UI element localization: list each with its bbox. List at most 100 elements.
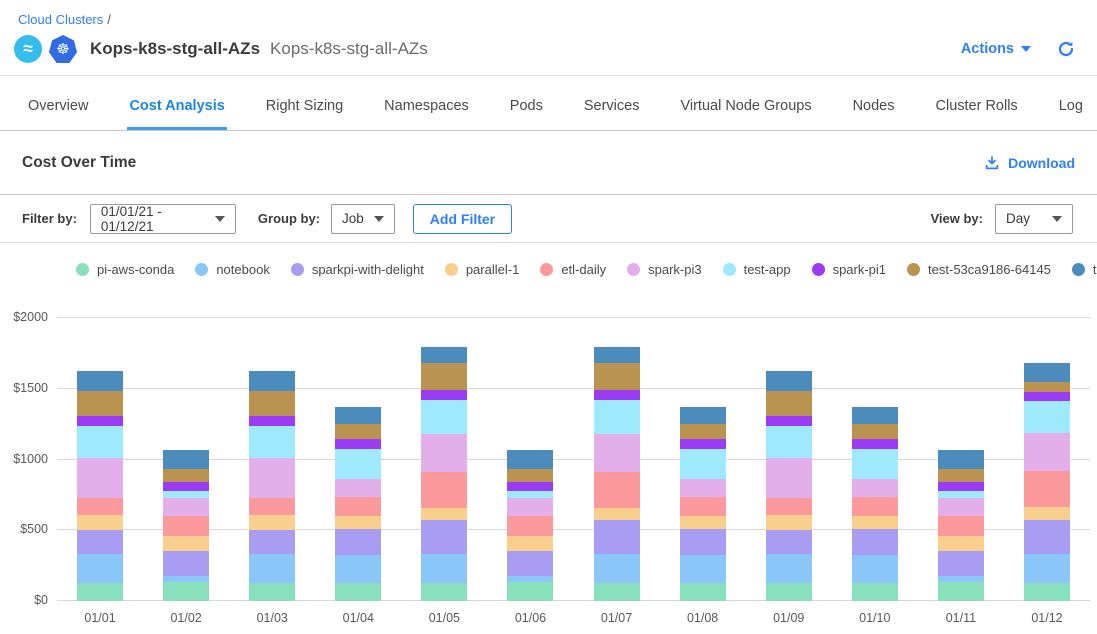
bar-segment-parallel-1[interactable] bbox=[1024, 507, 1070, 520]
bar-segment-notebook[interactable] bbox=[766, 554, 812, 582]
tab-overview[interactable]: Overview bbox=[26, 98, 90, 130]
bar-segment-spark-pi3[interactable] bbox=[163, 498, 209, 516]
bar-segment-spark-pi1[interactable] bbox=[77, 416, 123, 427]
legend-item-spark-pi3[interactable]: spark-pi3 bbox=[627, 262, 701, 277]
bar-segment-parallel-1[interactable] bbox=[507, 536, 553, 551]
bar-segment-parallel-1[interactable] bbox=[852, 516, 898, 529]
bar-segment-test-pkix[interactable] bbox=[335, 407, 381, 425]
bar-segment-spark-pi1[interactable] bbox=[249, 416, 295, 427]
bar-segment-parallel-1[interactable] bbox=[766, 515, 812, 529]
bar-segment-sparkpi-with-delight[interactable] bbox=[507, 551, 553, 576]
bar-segment-notebook[interactable] bbox=[680, 555, 726, 583]
bar-segment-sparkpi-with-delight[interactable] bbox=[594, 520, 640, 554]
bar-segment-notebook[interactable] bbox=[1024, 554, 1070, 583]
bar-segment-test-53ca9186-64145[interactable] bbox=[77, 391, 123, 416]
bar-segment-pi-aws-conda[interactable] bbox=[163, 582, 209, 601]
bar-segment-sparkpi-with-delight[interactable] bbox=[680, 529, 726, 555]
download-button[interactable]: Download bbox=[984, 155, 1075, 171]
bar-segment-etl-daily[interactable] bbox=[766, 498, 812, 516]
group-by-select[interactable]: Job bbox=[331, 204, 395, 234]
bar-segment-parallel-1[interactable] bbox=[249, 515, 295, 529]
bar-segment-spark-pi3[interactable] bbox=[680, 479, 726, 497]
tab-services[interactable]: Services bbox=[582, 98, 642, 130]
bar-segment-pi-aws-conda[interactable] bbox=[938, 582, 984, 601]
bar-segment-sparkpi-with-delight[interactable] bbox=[249, 530, 295, 555]
add-filter-button[interactable]: Add Filter bbox=[413, 204, 512, 234]
legend-item-etl-daily[interactable]: etl-daily bbox=[540, 262, 606, 277]
legend-item-test-pkix[interactable]: test-pkix bbox=[1072, 262, 1097, 277]
legend-item-sparkpi-with-delight[interactable]: sparkpi-with-delight bbox=[291, 262, 424, 277]
bar-segment-test-pkix[interactable] bbox=[163, 450, 209, 468]
bar-segment-spark-pi1[interactable] bbox=[852, 439, 898, 449]
date-range-select[interactable]: 01/01/21 - 01/12/21 bbox=[90, 204, 236, 234]
bar-segment-test-app[interactable] bbox=[163, 491, 209, 498]
view-by-select[interactable]: Day bbox=[995, 204, 1073, 234]
bar-segment-sparkpi-with-delight[interactable] bbox=[1024, 520, 1070, 553]
bar-segment-spark-pi3[interactable] bbox=[335, 479, 381, 497]
bar-segment-sparkpi-with-delight[interactable] bbox=[421, 520, 467, 554]
bar-segment-etl-daily[interactable] bbox=[249, 498, 295, 516]
bar-segment-test-53ca9186-64145[interactable] bbox=[421, 363, 467, 391]
bar-segment-test-53ca9186-64145[interactable] bbox=[852, 424, 898, 439]
bar-segment-pi-aws-conda[interactable] bbox=[335, 583, 381, 601]
bar-segment-etl-daily[interactable] bbox=[1024, 471, 1070, 507]
bar-segment-pi-aws-conda[interactable] bbox=[1024, 583, 1070, 601]
bar-segment-test-app[interactable] bbox=[852, 449, 898, 479]
tab-nodes[interactable]: Nodes bbox=[851, 98, 897, 130]
bar-segment-sparkpi-with-delight[interactable] bbox=[766, 530, 812, 555]
legend-item-test-app[interactable]: test-app bbox=[723, 262, 791, 277]
bar-segment-test-pkix[interactable] bbox=[938, 450, 984, 468]
bar-segment-pi-aws-conda[interactable] bbox=[852, 583, 898, 601]
legend-item-notebook[interactable]: notebook bbox=[195, 262, 270, 277]
bar-segment-parallel-1[interactable] bbox=[77, 515, 123, 529]
bar-segment-notebook[interactable] bbox=[77, 554, 123, 582]
bar-segment-notebook[interactable] bbox=[594, 554, 640, 582]
bar-segment-etl-daily[interactable] bbox=[77, 498, 123, 516]
bar-segment-notebook[interactable] bbox=[249, 554, 295, 582]
bar-segment-sparkpi-with-delight[interactable] bbox=[335, 529, 381, 555]
tab-cost-analysis[interactable]: Cost Analysis bbox=[127, 98, 226, 130]
bar-segment-etl-daily[interactable] bbox=[594, 472, 640, 508]
bar-segment-test-app[interactable] bbox=[1024, 401, 1070, 433]
bar-segment-spark-pi3[interactable] bbox=[766, 458, 812, 498]
bar-segment-spark-pi3[interactable] bbox=[77, 458, 123, 498]
bar-segment-spark-pi1[interactable] bbox=[163, 482, 209, 491]
bar-segment-test-pkix[interactable] bbox=[852, 407, 898, 425]
bar-segment-parallel-1[interactable] bbox=[163, 536, 209, 551]
bar-segment-test-53ca9186-64145[interactable] bbox=[766, 391, 812, 416]
bar-segment-spark-pi1[interactable] bbox=[421, 390, 467, 400]
bar-segment-test-app[interactable] bbox=[680, 449, 726, 479]
bar-segment-test-53ca9186-64145[interactable] bbox=[680, 424, 726, 439]
bar-segment-spark-pi3[interactable] bbox=[938, 498, 984, 516]
bar-segment-test-pkix[interactable] bbox=[421, 347, 467, 363]
legend-item-spark-pi1[interactable]: spark-pi1 bbox=[812, 262, 886, 277]
breadcrumb-link[interactable]: Cloud Clusters bbox=[18, 12, 103, 27]
bar-segment-spark-pi3[interactable] bbox=[1024, 433, 1070, 471]
bar-segment-sparkpi-with-delight[interactable] bbox=[77, 530, 123, 555]
bar-segment-etl-daily[interactable] bbox=[938, 516, 984, 536]
bar-segment-test-app[interactable] bbox=[421, 400, 467, 434]
bar-segment-pi-aws-conda[interactable] bbox=[421, 583, 467, 601]
bar-segment-etl-daily[interactable] bbox=[680, 497, 726, 516]
tab-cluster-rolls[interactable]: Cluster Rolls bbox=[934, 98, 1020, 130]
bar-segment-test-app[interactable] bbox=[507, 491, 553, 498]
bar-segment-test-pkix[interactable] bbox=[766, 371, 812, 391]
bar-segment-test-app[interactable] bbox=[335, 449, 381, 479]
bar-segment-spark-pi3[interactable] bbox=[594, 434, 640, 471]
bar-segment-parallel-1[interactable] bbox=[938, 536, 984, 551]
bar-segment-test-pkix[interactable] bbox=[77, 371, 123, 391]
actions-button[interactable]: Actions bbox=[961, 41, 1031, 57]
bar-segment-test-53ca9186-64145[interactable] bbox=[1024, 382, 1070, 392]
bar-segment-test-53ca9186-64145[interactable] bbox=[507, 469, 553, 482]
bar-segment-spark-pi1[interactable] bbox=[938, 482, 984, 491]
bar-segment-pi-aws-conda[interactable] bbox=[766, 583, 812, 601]
bar-segment-spark-pi1[interactable] bbox=[335, 439, 381, 449]
bar-segment-test-53ca9186-64145[interactable] bbox=[249, 391, 295, 416]
bar-segment-spark-pi1[interactable] bbox=[594, 390, 640, 400]
bar-segment-etl-daily[interactable] bbox=[507, 516, 553, 536]
bar-segment-parallel-1[interactable] bbox=[680, 516, 726, 529]
bar-segment-spark-pi3[interactable] bbox=[507, 498, 553, 516]
bar-segment-test-pkix[interactable] bbox=[594, 347, 640, 363]
tab-namespaces[interactable]: Namespaces bbox=[382, 98, 471, 130]
bar-segment-parallel-1[interactable] bbox=[421, 508, 467, 521]
